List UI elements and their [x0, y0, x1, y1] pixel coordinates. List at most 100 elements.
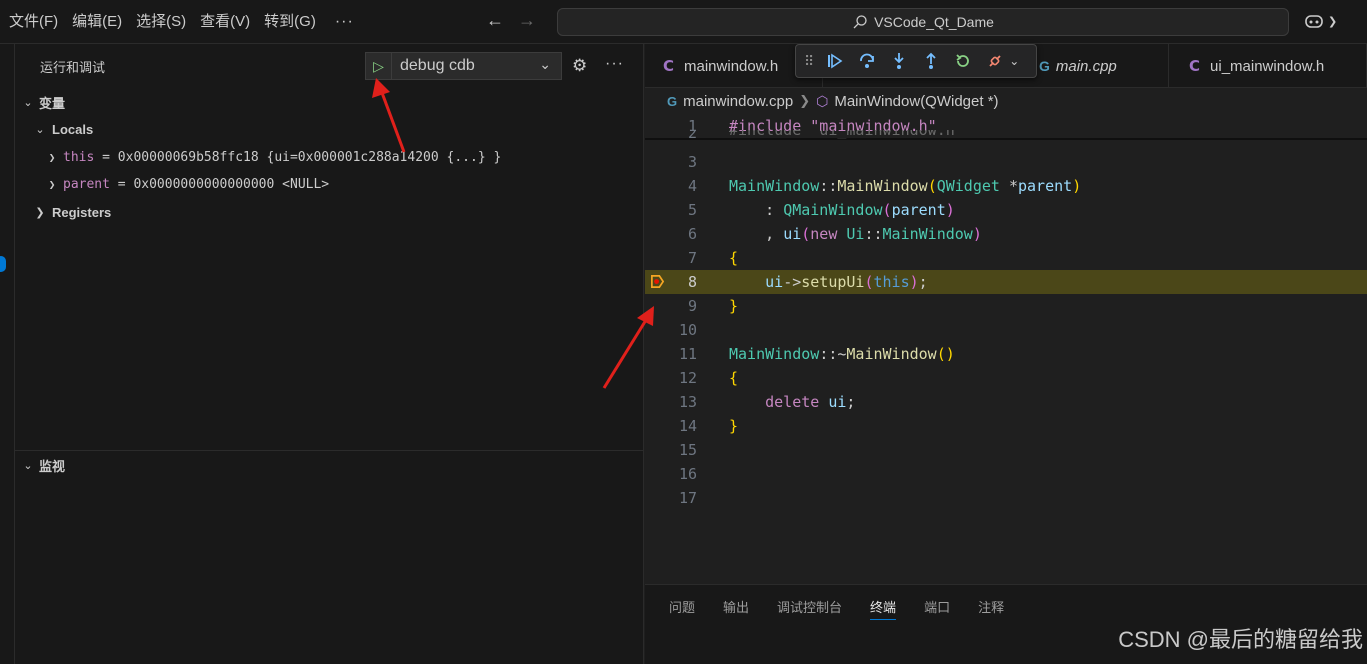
code-line: 7 {	[645, 246, 1367, 270]
line-number: 8	[687, 273, 697, 291]
gear-icon[interactable]: ⚙	[572, 56, 587, 76]
code-line: 5 : QMainWindow(parent)	[645, 198, 1367, 222]
sidebar-title: 运行和调试	[40, 59, 106, 75]
menu-edit[interactable]: 编辑(E)	[65, 0, 129, 44]
line-number: 11	[678, 345, 697, 363]
section-divider	[15, 450, 644, 451]
watermark: CSDN @最后的糖留给我	[1118, 627, 1363, 652]
current-execution-line: 8 ui->setupUi(this);	[645, 270, 1367, 294]
drag-handle-icon[interactable]: ⠿	[804, 53, 814, 70]
code-line: 4 MainWindow::MainWindow(QWidget *parent…	[645, 174, 1367, 198]
breadcrumb-file[interactable]: mainwindow.cpp	[683, 93, 793, 110]
variable-row-this[interactable]: ❯ this = 0x00000069b58ffc18 {ui=0x000001…	[45, 144, 502, 170]
tab-label: mainwindow.h	[684, 57, 779, 75]
bottom-panel: 问题 输出 调试控制台 终端 端口 注释 CSDN @最后的糖留给我	[645, 584, 1367, 664]
variables-label: 变量	[39, 95, 66, 111]
line-number: 10	[678, 321, 697, 339]
variables-section-header[interactable]: ⌄ 变量	[21, 89, 65, 115]
variable-value: 0x00000069b58ffc18 {ui=0x000001c288a1420…	[117, 149, 502, 165]
menu-go[interactable]: 转到(G)	[257, 0, 323, 44]
line-number: 2	[687, 130, 697, 142]
step-over-icon[interactable]	[857, 52, 877, 70]
method-icon: ⬡	[816, 92, 829, 109]
restart-icon[interactable]	[953, 52, 973, 70]
chevron-down-icon: ⌄	[23, 459, 33, 472]
chevron-down-icon: ⌄	[539, 56, 551, 72]
code-line: 11 MainWindow::~MainWindow()	[645, 342, 1367, 366]
tab-debug-console[interactable]: 调试控制台	[777, 597, 842, 620]
variable-name: this	[63, 149, 95, 165]
breadcrumb-symbol[interactable]: MainWindow(QWidget *)	[834, 93, 998, 110]
line-number: 6	[687, 225, 697, 243]
code-line: 14 }	[645, 414, 1367, 438]
line-number: 5	[687, 201, 697, 219]
cpp-file-icon: G	[1039, 58, 1050, 74]
code-line: 6 , ui(new Ui::MainWindow)	[645, 222, 1367, 246]
c-file-icon: C	[1189, 57, 1201, 75]
line-number: 4	[687, 177, 697, 195]
tab-main-cpp[interactable]: G main.cpp	[1021, 44, 1169, 88]
c-file-icon: C	[663, 57, 675, 75]
copilot-button[interactable]: ❯	[1304, 12, 1337, 30]
line-number: 9	[687, 297, 697, 315]
code-line: 3	[645, 150, 1367, 174]
code-line: 17	[645, 486, 1367, 510]
line-number: 13	[678, 393, 697, 411]
variable-value: 0x0000000000000000 <NULL>	[133, 176, 330, 192]
chevron-down-icon: ⌄	[23, 96, 33, 109]
step-out-icon[interactable]	[921, 52, 941, 70]
debug-toolbar: ⠿ ⌄	[795, 44, 1037, 78]
code-line: 13 delete ui;	[645, 390, 1367, 414]
title-bar: 文件(F) 编辑(E) 选择(S) 查看(V) 转到(G) ··· ← → VS…	[0, 0, 1367, 44]
start-debug-icon[interactable]: ▷	[366, 53, 392, 79]
disconnect-icon[interactable]	[985, 52, 1005, 70]
activity-indicator	[0, 256, 6, 272]
menu-selection[interactable]: 选择(S)	[129, 0, 193, 44]
registers-scope[interactable]: ❯ Registers	[33, 199, 111, 225]
menu-file[interactable]: 文件(F)	[2, 0, 65, 44]
tab-terminal[interactable]: 终端	[870, 597, 897, 620]
variable-row-parent[interactable]: ❯ parent = 0x0000000000000000 <NULL>	[45, 171, 329, 197]
tab-problems[interactable]: 问题	[669, 597, 695, 620]
run-and-debug-sidebar: 运行和调试 ▷ debug cdb ⌄ ⚙ ··· ⌄ 变量 ⌄ Locals …	[15, 44, 644, 664]
sidebar-header: 运行和调试 ▷ debug cdb ⌄ ⚙ ···	[15, 44, 643, 88]
tab-ports[interactable]: 端口	[924, 597, 950, 620]
line-number: 3	[687, 153, 697, 171]
activity-bar	[0, 44, 15, 664]
locals-scope[interactable]: ⌄ Locals	[33, 116, 93, 142]
registers-label: Registers	[52, 204, 112, 220]
menu-view[interactable]: 查看(V)	[193, 0, 257, 44]
cpp-file-icon: G	[667, 93, 678, 109]
back-arrow-icon[interactable]: ←	[486, 10, 504, 31]
chevron-right-icon: ❯	[48, 177, 56, 191]
chevron-down-icon[interactable]: ⌄	[1009, 54, 1019, 68]
watch-section-header[interactable]: ⌄ 监视	[21, 452, 65, 478]
chevron-right-icon: ❯	[35, 206, 45, 219]
search-icon	[853, 15, 867, 29]
tab-label: main.cpp	[1055, 57, 1117, 75]
continue-icon[interactable]	[825, 52, 845, 70]
command-center-search[interactable]: VSCode_Qt_Dame	[557, 8, 1289, 36]
forward-arrow-icon[interactable]: →	[518, 10, 536, 31]
locals-label: Locals	[52, 121, 94, 137]
code-line: 9 }	[645, 294, 1367, 318]
variable-name: parent	[63, 176, 110, 192]
breadcrumb: G mainwindow.cpp ❯ ⬡ MainWindow(QWidget …	[667, 90, 999, 112]
chevron-right-icon: ❯	[48, 150, 56, 164]
line-number: 17	[678, 489, 697, 507]
sticky-scroll-shadow	[645, 138, 1367, 140]
code-line: 10	[645, 318, 1367, 342]
step-into-icon[interactable]	[889, 52, 909, 70]
launch-config-dropdown[interactable]: ▷ debug cdb ⌄	[365, 52, 562, 80]
menu-more-button[interactable]: ···	[323, 0, 366, 44]
copilot-icon	[1305, 15, 1323, 28]
line-number: 15	[678, 441, 697, 459]
tab-output[interactable]: 输出	[723, 597, 749, 620]
tab-ui-mainwindow-h[interactable]: C ui_mainwindow.h	[1169, 44, 1367, 88]
tab-comments[interactable]: 注释	[978, 597, 1004, 620]
more-actions-icon[interactable]: ···	[605, 55, 624, 73]
tab-label: ui_mainwindow.h	[1210, 57, 1325, 75]
panel-tabs: 问题 输出 调试控制台 终端 端口 注释	[669, 597, 1004, 620]
breakpoint-current-icon[interactable]	[650, 274, 665, 289]
launch-config-name: debug cdb	[400, 57, 475, 74]
